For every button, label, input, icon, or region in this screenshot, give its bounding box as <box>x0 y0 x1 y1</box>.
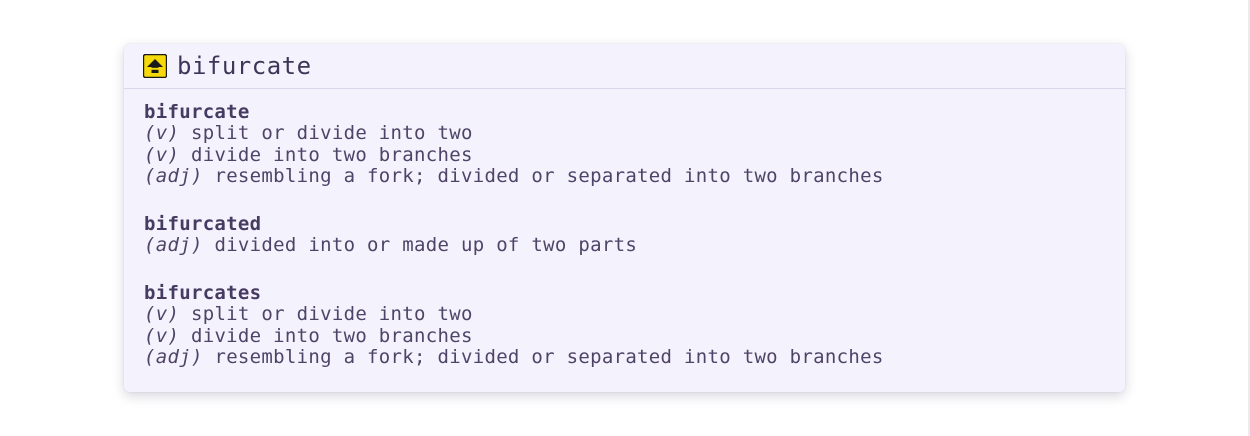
part-of-speech: (v) <box>144 143 180 166</box>
part-of-speech: (v) <box>144 122 180 144</box>
popup-title: bifurcate <box>177 52 312 80</box>
part-of-speech: (adj) <box>144 165 203 188</box>
popup-header: bifurcate <box>124 44 1125 89</box>
definition-line: (v) split or divide into two <box>144 122 1105 145</box>
definition-line: (v) divide into two branches <box>144 324 1105 348</box>
definition-text: split or divide into two <box>190 302 473 325</box>
definition-line: (adj) resembling a fork; divided or sepa… <box>144 166 1105 188</box>
definition-line: (adj) divided into or made up of two par… <box>144 234 1105 257</box>
part-of-speech: (v) <box>144 302 180 325</box>
definition-text: divided into or made up of two parts <box>214 234 638 257</box>
definition-text: divide into two branches <box>190 143 473 166</box>
entry: bifurcated (adj) divided into or made up… <box>144 214 1105 257</box>
dictionary-popup: bifurcate bifurcate (v) split or divide … <box>124 44 1125 392</box>
entry-word: bifurcate <box>144 101 250 123</box>
definition-text: resembling a fork; divided or separated … <box>214 346 884 369</box>
definition-text: resembling a fork; divided or separated … <box>214 165 884 188</box>
definitions-list: bifurcate (v) split or divide into two (… <box>124 89 1125 369</box>
part-of-speech: (v) <box>144 324 180 347</box>
definition-line: (adj) resembling a fork; divided or sepa… <box>144 346 1105 369</box>
entry: bifurcate (v) split or divide into two (… <box>144 102 1105 188</box>
part-of-speech: (adj) <box>144 234 203 257</box>
definition-text: divide into two branches <box>190 324 473 347</box>
part-of-speech: (adj) <box>144 346 203 369</box>
entry: bifurcates (v) split or divide into two … <box>144 281 1105 369</box>
definition-line: (v) split or divide into two <box>144 302 1105 326</box>
entry-word: bifurcated <box>144 213 262 236</box>
definition-line: (v) divide into two branches <box>144 143 1105 167</box>
arrow-up-icon <box>143 54 167 78</box>
definition-text: split or divide into two <box>190 122 473 144</box>
entry-word: bifurcates <box>144 281 262 304</box>
